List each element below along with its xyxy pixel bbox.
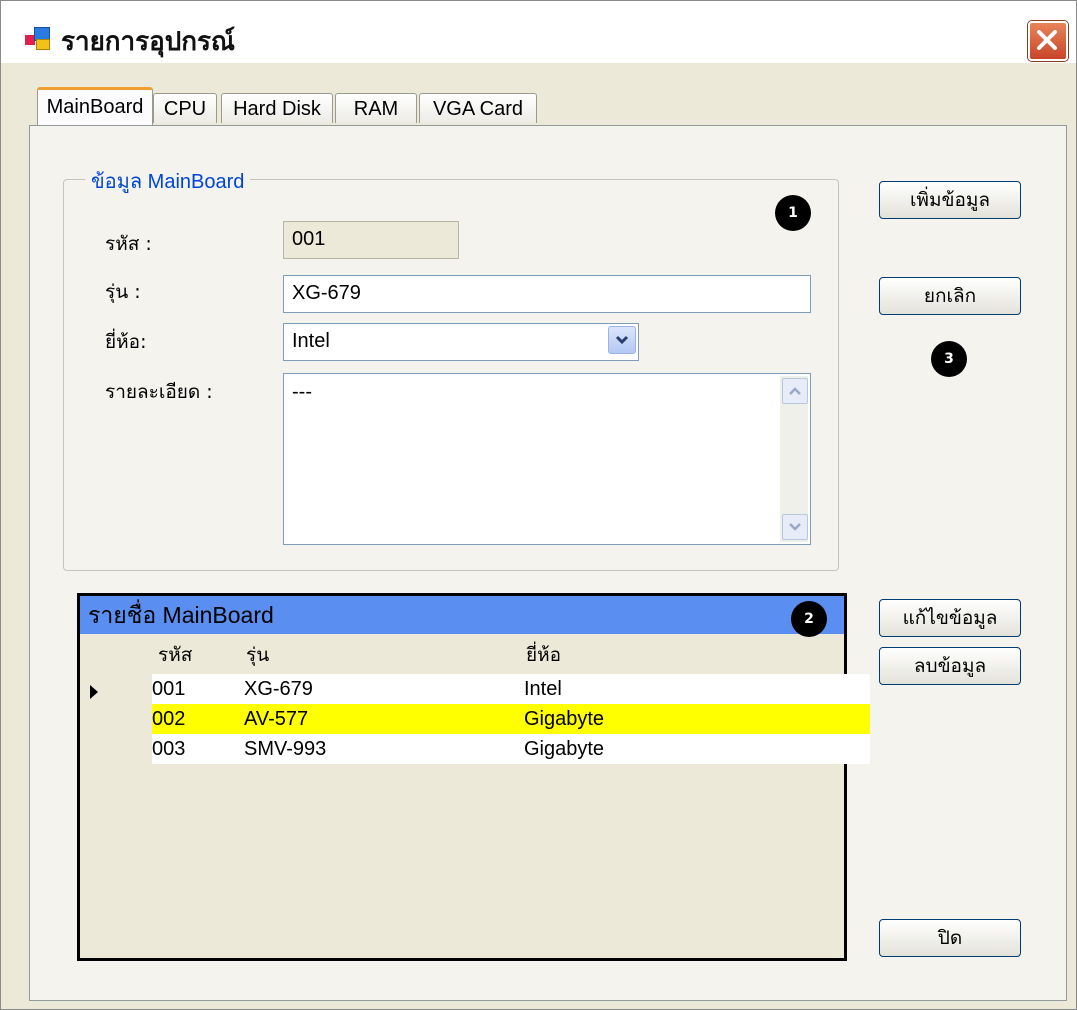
edit-button[interactable]: แก้ไขข้อมูล (879, 599, 1021, 637)
app-icon (25, 27, 50, 50)
mainboard-grid[interactable]: รายชื่อ MainBoard รหัส รุ่น ยี่ห้อ 001 X… (77, 593, 870, 961)
tab-ram[interactable]: RAM (335, 93, 417, 123)
close-button[interactable]: ปิด (879, 919, 1021, 957)
column-header-brand[interactable]: ยี่ห้อ (526, 640, 561, 670)
detail-scrollbar[interactable] (780, 376, 808, 542)
current-row-pointer-icon (90, 685, 98, 699)
cancel-button[interactable]: ยกเลิก (879, 277, 1021, 315)
cell-model: SMV-993 (244, 738, 327, 760)
close-icon (1037, 30, 1057, 50)
callout-badge-3: 3 (931, 341, 967, 377)
cell-code: 001 (152, 678, 186, 700)
group-title: ข้อมูล MainBoard (85, 165, 251, 197)
client-area: MainBoard CPU Hard Disk RAM VGA Card ข้อ… (9, 63, 1069, 1003)
model-label: รุ่น : (105, 281, 141, 303)
dialog-window: รายการอุปกรณ์ MainBoard CPU Hard Disk RA… (0, 0, 1077, 1010)
title-bar: รายการอุปกรณ์ (1, 1, 1076, 63)
callout-badge-1: 1 (775, 195, 811, 231)
chevron-down-icon (615, 335, 629, 345)
cell-code: 003 (152, 738, 186, 760)
cell-code: 002 (152, 708, 186, 730)
add-button[interactable]: เพิ่มข้อมูล (879, 181, 1021, 219)
scroll-up-button[interactable] (782, 378, 808, 404)
cell-brand: Gigabyte (524, 708, 605, 730)
model-field[interactable]: XG-679 (283, 275, 811, 313)
column-header-code[interactable]: รหัส (158, 640, 192, 670)
chevron-up-icon (789, 387, 801, 395)
tab-hard-disk[interactable]: Hard Disk (221, 93, 333, 123)
brand-select[interactable]: Intel (283, 323, 639, 361)
tab-vga-card[interactable]: VGA Card (419, 93, 537, 123)
brand-dropdown-button[interactable] (608, 326, 636, 354)
brand-label: ยี่ห้อ: (105, 331, 147, 353)
column-header-model[interactable]: รุ่น (246, 640, 269, 670)
detail-textarea[interactable]: --- (283, 373, 811, 545)
brand-select-value: Intel (292, 330, 330, 352)
cell-brand: Gigabyte (524, 738, 605, 760)
cell-model: XG-679 (244, 678, 313, 700)
close-window-button[interactable] (1028, 21, 1068, 61)
callout-badge-2: 2 (791, 601, 827, 637)
cell-brand: Intel (524, 678, 562, 700)
chevron-down-icon (789, 523, 801, 531)
code-label: รหัส : (105, 233, 152, 255)
table-row-selected[interactable]: 002 AV-577 Gigabyte (152, 704, 870, 734)
table-row[interactable]: 003 SMV-993 Gigabyte (152, 734, 870, 764)
scroll-down-button[interactable] (782, 514, 808, 540)
grid-header: รหัส รุ่น ยี่ห้อ (80, 634, 844, 674)
detail-label: รายละเอียด : (105, 381, 213, 403)
tab-cpu[interactable]: CPU (153, 93, 217, 123)
delete-button[interactable]: ลบข้อมูล (879, 647, 1021, 685)
cell-model: AV-577 (244, 708, 309, 730)
tab-mainboard[interactable]: MainBoard (37, 87, 153, 125)
grid-caption: รายชื่อ MainBoard (80, 596, 844, 634)
table-row[interactable]: 001 XG-679 Intel (152, 674, 870, 704)
detail-text: --- (292, 381, 312, 403)
window-title: รายการอุปกรณ์ (61, 27, 236, 57)
code-field[interactable]: 001 (283, 221, 459, 259)
